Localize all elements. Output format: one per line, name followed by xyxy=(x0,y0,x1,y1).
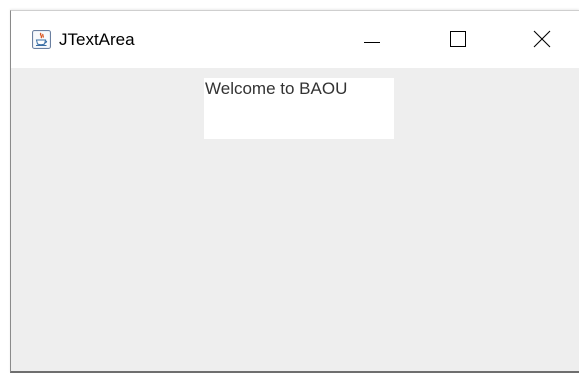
maximize-button[interactable] xyxy=(435,11,481,68)
window-title: JTextArea xyxy=(59,30,135,49)
text-area[interactable]: Welcome to BAOU xyxy=(204,78,394,139)
content-pane: Welcome to BAOU xyxy=(11,68,579,371)
minimize-button[interactable] xyxy=(349,11,395,68)
java-coffee-cup-icon[interactable] xyxy=(32,30,51,49)
app-window: JTextArea Welcome to BAOU xyxy=(10,10,579,373)
minimize-icon xyxy=(362,30,382,50)
close-button[interactable] xyxy=(519,11,565,68)
title-bar[interactable]: JTextArea xyxy=(11,11,579,68)
close-icon xyxy=(532,30,552,50)
maximize-icon xyxy=(448,30,468,50)
